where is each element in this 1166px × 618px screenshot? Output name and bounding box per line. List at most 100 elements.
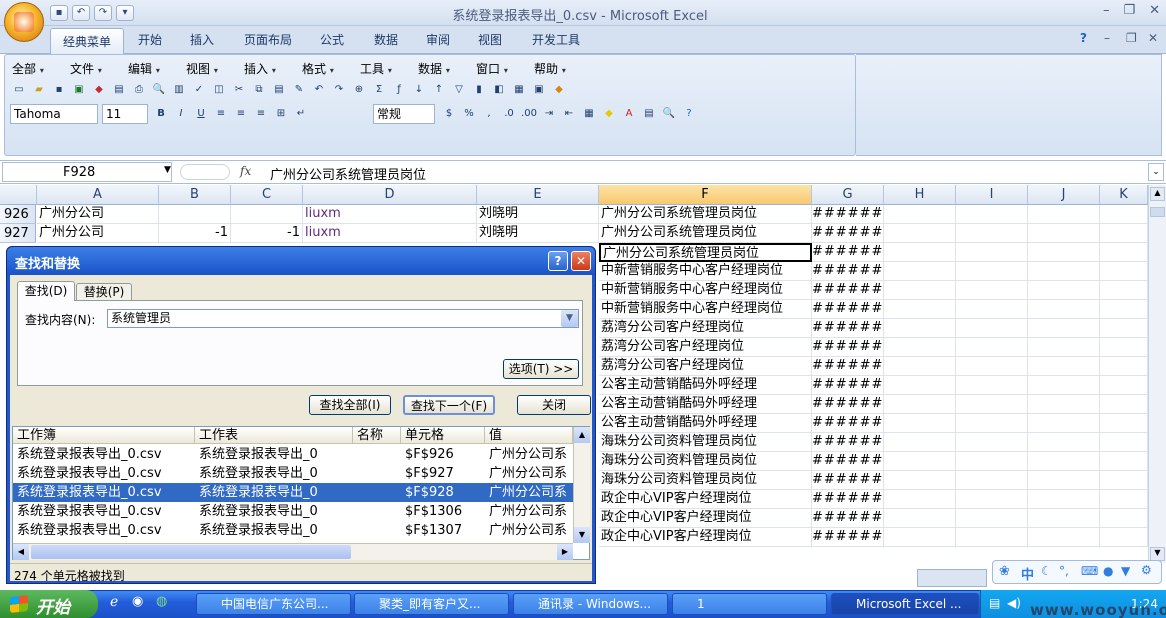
thesaurus-icon[interactable]: ◫: [210, 81, 228, 99]
view-buttons[interactable]: [917, 569, 987, 587]
help-icon[interactable]: ?: [680, 105, 698, 123]
cell-empty[interactable]: [884, 338, 956, 357]
comma-icon[interactable]: ,: [480, 105, 498, 123]
taskbar-item-folder[interactable]: 1: [672, 593, 827, 615]
cell-empty[interactable]: [1028, 433, 1100, 452]
cell-empty[interactable]: [884, 490, 956, 509]
cell-g[interactable]: ######: [812, 471, 884, 490]
cell-g[interactable]: ######: [812, 509, 884, 528]
cell-empty[interactable]: [1028, 395, 1100, 414]
office-button[interactable]: [4, 2, 44, 42]
column-header-c[interactable]: C: [231, 185, 303, 205]
tab-replace[interactable]: 替换(P): [76, 283, 132, 301]
menu-window[interactable]: 窗口 ▾: [476, 60, 534, 77]
cell-empty[interactable]: [1028, 528, 1100, 547]
cell-empty[interactable]: [1028, 376, 1100, 395]
restore-button[interactable]: ❐: [1123, 3, 1135, 18]
cell-empty[interactable]: [1028, 414, 1100, 433]
cell-empty[interactable]: [884, 452, 956, 471]
undo-icon[interactable]: ↶: [72, 5, 90, 21]
cell-b926[interactable]: [159, 205, 231, 224]
cell-g[interactable]: ######: [812, 490, 884, 509]
column-header-e[interactable]: E: [477, 185, 599, 205]
cell-e927[interactable]: 刘晓明: [477, 224, 599, 243]
select-all-corner[interactable]: [0, 185, 37, 205]
cell-f[interactable]: 海珠分公司资料管理员岗位: [599, 452, 812, 471]
keyboard-icon[interactable]: ⌨: [1081, 564, 1098, 578]
cell-g[interactable]: ######: [812, 205, 884, 224]
font-size-select[interactable]: 11: [102, 104, 148, 124]
results-header-workbook[interactable]: 工作簿: [13, 427, 195, 444]
zoom-icon[interactable]: 🔍: [660, 105, 678, 123]
align-right-icon[interactable]: ≡: [252, 105, 270, 123]
dialog-close-button[interactable]: 关闭: [517, 395, 591, 415]
hscroll-thumb[interactable]: [31, 545, 351, 559]
font-name-select[interactable]: Tahoma: [10, 104, 98, 124]
fill-color-icon[interactable]: ◆: [600, 105, 618, 123]
find-what-input[interactable]: 系统管理员: [107, 309, 579, 328]
taskbar-item-ie-1[interactable]: 中国电信广东公司...: [196, 593, 351, 615]
app-quicklaunch-icon[interactable]: ◍: [156, 594, 167, 609]
cell-g[interactable]: ######: [812, 528, 884, 547]
cell-g[interactable]: ######: [812, 243, 884, 262]
cell-empty[interactable]: [1028, 452, 1100, 471]
cell-d926[interactable]: liuxm: [303, 205, 477, 224]
cell-f[interactable]: 公客主动营销酷码外呼经理: [599, 376, 812, 395]
menu-format[interactable]: 格式 ▾: [302, 60, 360, 77]
cell-empty[interactable]: [884, 376, 956, 395]
result-row[interactable]: 系统登录报表导出_0.csv 系统登录报表导出_0 $F$1306 广州分公司系: [13, 502, 573, 521]
cell-f[interactable]: 中新营销服务中心客户经理岗位: [599, 262, 812, 281]
punctuation-icon[interactable]: °,: [1059, 564, 1069, 578]
undo-icon[interactable]: ↶: [310, 81, 328, 99]
workbook-close-icon[interactable]: ✕: [1148, 31, 1158, 45]
cell-c927[interactable]: -1: [231, 224, 303, 243]
vertical-scrollbar[interactable]: ▲ ▼: [1148, 185, 1166, 563]
scroll-up-icon[interactable]: ▲: [574, 427, 590, 443]
cell-empty[interactable]: [1028, 224, 1100, 243]
cell-empty[interactable]: [1100, 300, 1148, 319]
ime-mode-label[interactable]: 中: [1021, 564, 1034, 583]
tab-find[interactable]: 查找(D): [17, 281, 75, 301]
cell-a927[interactable]: 广州分公司: [37, 224, 159, 243]
row-header[interactable]: 927: [0, 224, 36, 243]
user-icon[interactable]: ●: [1103, 564, 1113, 578]
results-hscroll[interactable]: ◀ ▶: [13, 543, 573, 560]
cell-g[interactable]: ######: [812, 338, 884, 357]
column-header-d[interactable]: D: [303, 185, 477, 205]
cell-empty[interactable]: [1100, 357, 1148, 376]
cell-empty[interactable]: [1028, 509, 1100, 528]
column-header-g[interactable]: G: [812, 185, 884, 205]
cell-f[interactable]: 荔湾分公司客户经理岗位: [599, 319, 812, 338]
sort-asc-icon[interactable]: ↓: [410, 81, 428, 99]
result-row[interactable]: 系统登录报表导出_0.csv 系统登录报表导出_0 $F$927 广州分公司系: [13, 464, 573, 483]
align-left-icon[interactable]: ≡: [212, 105, 230, 123]
cell-e926[interactable]: 刘晓明: [477, 205, 599, 224]
cell-g[interactable]: ######: [812, 357, 884, 376]
cell-empty[interactable]: [884, 509, 956, 528]
cell-empty[interactable]: [956, 528, 1028, 547]
result-row[interactable]: 系统登录报表导出_0.csv 系统登录报表导出_0 $F$926 广州分公司系: [13, 445, 573, 464]
cell-empty[interactable]: [956, 395, 1028, 414]
cell-a926[interactable]: 广州分公司: [37, 205, 159, 224]
cell-empty[interactable]: [1028, 471, 1100, 490]
cell-empty[interactable]: [1100, 414, 1148, 433]
filter-icon[interactable]: ▽: [450, 81, 468, 99]
macro-icon[interactable]: ◆: [550, 81, 568, 99]
percent-icon[interactable]: %: [460, 105, 478, 123]
cell-empty[interactable]: [956, 243, 1028, 262]
cell-g[interactable]: ######: [812, 452, 884, 471]
decrease-decimal-icon[interactable]: .00: [520, 105, 538, 123]
cell-empty[interactable]: [956, 224, 1028, 243]
copy-icon[interactable]: ⧉: [250, 81, 268, 99]
cell-empty[interactable]: [1100, 509, 1148, 528]
ribbon-minimize-icon[interactable]: –: [1104, 31, 1110, 45]
cell-empty[interactable]: [956, 357, 1028, 376]
results-header-sheet[interactable]: 工作表: [195, 427, 353, 444]
print-preview-icon[interactable]: 🔍: [150, 81, 168, 99]
styles-icon[interactable]: ▤: [640, 105, 658, 123]
font-color-icon[interactable]: A: [620, 105, 638, 123]
column-header-b[interactable]: B: [159, 185, 231, 205]
cell-empty[interactable]: [884, 471, 956, 490]
save-icon[interactable]: ▪: [50, 81, 68, 99]
cell-empty[interactable]: [956, 262, 1028, 281]
